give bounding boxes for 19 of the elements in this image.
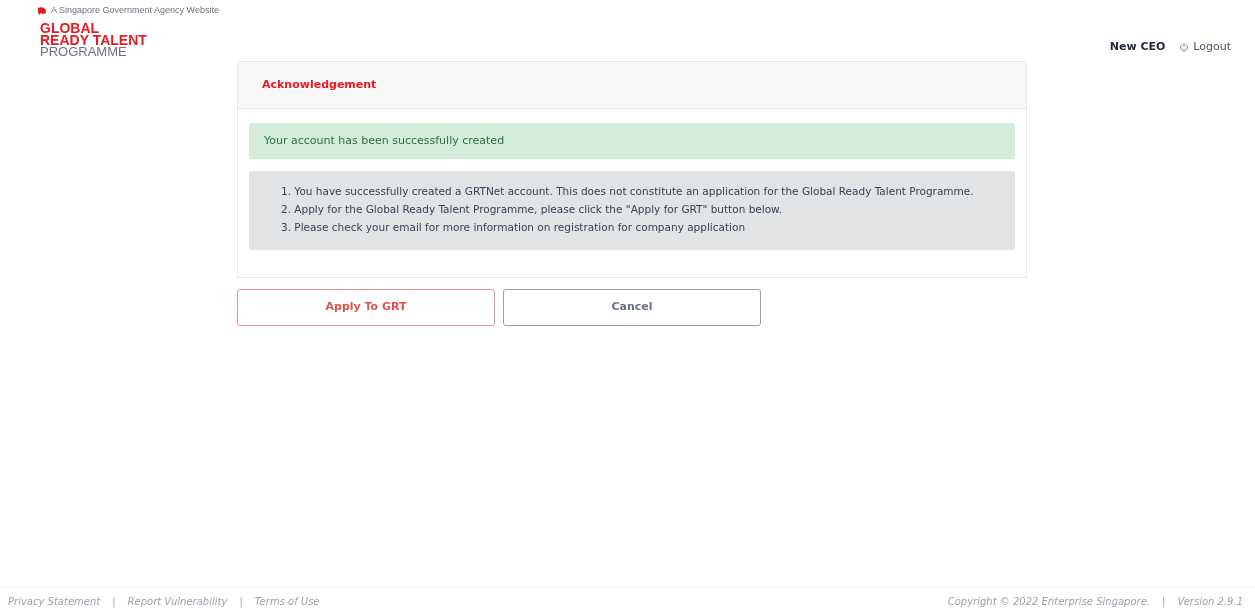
note-item: 1. You have successfully created a GRTNet account. This does not constitute an application for the Global Ready Talent Programme. [281,184,975,199]
user-name: New CEO [1109,39,1166,55]
success-alert: Your account has been successfully created [249,123,1015,159]
gov-banner-text: A Singapore Government Agency Website [51,4,219,18]
cancel-button[interactable]: Cancel [503,289,761,326]
footer-link[interactable]: Report Vulnerability [127,593,228,609]
footer-separator: | [239,594,243,609]
footer-text: Version 2.9.1 [1177,594,1243,609]
apply-button[interactable]: Apply To GRT [237,289,495,326]
footer-text: Copyright © 2022 Enterprise Singapore. [947,594,1151,609]
logout-link[interactable]: Logout [1179,39,1231,56]
footer-separator: | [112,594,116,609]
footer-separator: | [1162,594,1166,609]
note-item: 2. Apply for the Global Ready Talent Programme, please click the "Apply for GRT" button below. [281,202,784,217]
footer-link[interactable]: Terms of Use [254,593,320,609]
card-title: Acknowledgement [262,76,377,93]
note-item: 3. Please check your email for more information on registration for company application [281,220,747,235]
logo[interactable]: GLOBAL READY TALENT PROGRAMME [40,22,147,58]
footer-link[interactable]: Privacy Statement [8,593,101,609]
